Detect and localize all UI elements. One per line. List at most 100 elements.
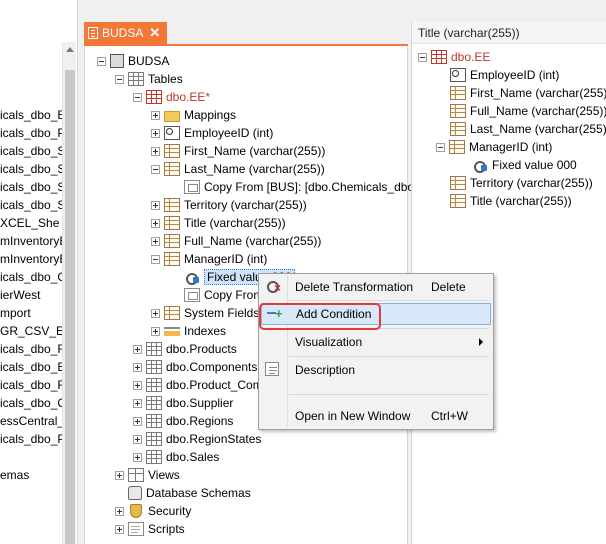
collapse-icon[interactable] <box>115 74 124 84</box>
tree-node-full-name[interactable]: Full_Name (varchar(255)) <box>151 232 321 250</box>
expand-icon[interactable] <box>133 380 142 390</box>
expand-icon[interactable] <box>133 344 142 354</box>
tree-node-product-comp[interactable]: dbo.Product_Comp <box>133 376 269 394</box>
ft-node-employee-id[interactable]: EmployeeID (int) <box>450 66 559 84</box>
left-panel: icals_dbo_El icals_dbo_Pr icals_dbo_Sa ical… <box>0 0 78 544</box>
ft-node-manager-id[interactable]: ManagerID (int) <box>436 138 552 156</box>
tree-node-label: dbo.Components <box>166 360 258 374</box>
left-scrollbar[interactable] <box>62 42 76 544</box>
tree-node-label: Mappings <box>184 108 237 122</box>
tree-node-label: dbo.EE* <box>166 90 211 104</box>
tab-budsa[interactable]: BUDSA ✕ <box>84 22 167 44</box>
ft-node-full-name[interactable]: Full_Name (varchar(255)) <box>450 102 606 120</box>
tree-node-label: Full_Name (varchar(255)) <box>184 234 322 248</box>
tree-node-region-states[interactable]: dbo.RegionStates <box>133 430 261 448</box>
menu-separator <box>289 356 489 357</box>
tree-node-root[interactable]: BUDSA <box>97 52 169 70</box>
collapse-icon[interactable] <box>418 52 427 62</box>
tree-node-sales[interactable]: dbo.Sales <box>133 448 219 466</box>
menu-item-label: Visualization <box>295 335 363 349</box>
expand-icon[interactable] <box>133 452 142 462</box>
collapse-icon[interactable] <box>151 254 160 264</box>
tree-node-supplier[interactable]: dbo.Supplier <box>133 394 233 412</box>
database-icon <box>128 486 142 500</box>
tree-node-indexes[interactable]: Indexes <box>151 322 226 340</box>
tree-node-manager-id[interactable]: ManagerID (int) <box>151 250 267 268</box>
tree-node-dbo-ee[interactable]: dbo.EE* <box>133 88 210 106</box>
menu-item-visualization[interactable]: Visualization <box>261 331 491 353</box>
tree-node-employee-id[interactable]: EmployeeID (int) <box>151 124 273 142</box>
expand-icon[interactable] <box>151 308 160 318</box>
expand-icon[interactable] <box>115 506 124 516</box>
system-fields-icon <box>164 306 180 320</box>
ft-node-title[interactable]: Title (varchar(255)) <box>450 192 572 210</box>
expand-icon[interactable] <box>151 236 160 246</box>
key-field-icon <box>450 68 466 82</box>
expand-icon[interactable] <box>133 398 142 408</box>
menu-item-shortcut: Ctrl+W <box>431 409 468 423</box>
scrollbar-thumb[interactable] <box>65 70 75 544</box>
tree-node-security[interactable]: Security <box>115 502 191 520</box>
ft-node-last-name[interactable]: Last_Name (varchar(255)) <box>450 120 606 138</box>
tree-node-first-name[interactable]: First_Name (varchar(255)) <box>151 142 325 160</box>
submenu-arrow-icon <box>479 338 483 346</box>
context-menu: Delete Transformation Delete Add Conditi… <box>258 273 494 430</box>
table-icon <box>146 360 162 374</box>
tree-node-regions[interactable]: dbo.Regions <box>133 412 233 430</box>
tree-node-copy-from[interactable]: Copy From <box>184 286 263 304</box>
expand-icon[interactable] <box>133 416 142 426</box>
delete-transformation-icon <box>265 279 283 295</box>
table-icon <box>146 414 162 428</box>
menu-item-delete-transformation[interactable]: Delete Transformation Delete <box>261 276 491 298</box>
expand-icon[interactable] <box>151 146 160 156</box>
tree-node-products[interactable]: dbo.Products <box>133 340 237 358</box>
tree-node-scripts[interactable]: Scripts <box>115 520 185 538</box>
field-icon <box>450 104 466 118</box>
collapse-icon[interactable] <box>436 142 445 152</box>
expand-icon[interactable] <box>115 524 124 534</box>
tree-node-label: System Fields <box>184 306 260 320</box>
ft-node-label: First_Name (varchar(255)) <box>470 86 606 100</box>
expand-icon[interactable] <box>151 218 160 228</box>
collapse-icon[interactable] <box>133 92 142 102</box>
tree-node-mappings[interactable]: Mappings <box>151 106 236 124</box>
expand-icon[interactable] <box>115 470 124 480</box>
scroll-up-icon[interactable] <box>66 47 74 52</box>
expand-icon[interactable] <box>151 128 160 138</box>
tree-node-tables[interactable]: Tables <box>115 70 183 88</box>
tree-node-label: Scripts <box>148 522 185 536</box>
ft-node-first-name[interactable]: First_Name (varchar(255)) <box>450 84 606 102</box>
ft-node-label: ManagerID (int) <box>469 140 553 154</box>
ft-node-territory[interactable]: Territory (varchar(255)) <box>450 174 593 192</box>
folder-icon <box>164 110 180 122</box>
tree-node-label: Database Schemas <box>146 486 251 500</box>
expand-icon[interactable] <box>133 362 142 372</box>
ft-node-dbo-ee[interactable]: dbo.EE <box>418 48 490 66</box>
key-field-icon <box>164 126 180 140</box>
menu-separator <box>289 300 489 301</box>
menu-item-open-in-new-window[interactable]: Open in New Window Ctrl+W <box>261 405 491 427</box>
collapse-icon[interactable] <box>97 56 106 66</box>
expand-icon[interactable] <box>151 326 160 336</box>
tree-node-territory[interactable]: Territory (varchar(255)) <box>151 196 307 214</box>
menu-item-description[interactable]: Description <box>261 359 491 381</box>
expand-icon[interactable] <box>151 200 160 210</box>
field-icon <box>164 162 180 176</box>
table-icon <box>431 50 447 64</box>
close-icon[interactable]: ✕ <box>149 25 160 41</box>
tree-node-title[interactable]: Title (varchar(255)) <box>151 214 286 232</box>
field-icon <box>164 144 180 158</box>
expand-icon[interactable] <box>133 434 142 444</box>
tree-node-last-name[interactable]: Last_Name (varchar(255)) <box>151 160 325 178</box>
expand-icon[interactable] <box>151 110 160 120</box>
ft-node-fixed-value[interactable]: Fixed value 000 <box>472 156 577 174</box>
tree-node-views[interactable]: Views <box>115 466 180 484</box>
script-icon <box>128 522 144 536</box>
collapse-icon[interactable] <box>151 164 160 174</box>
tree-node-database-schemas[interactable]: Database Schemas <box>128 484 251 502</box>
field-icon <box>450 176 466 190</box>
tree-node-components[interactable]: dbo.Components <box>133 358 257 376</box>
table-icon <box>146 450 162 464</box>
tree-node-copy-from-bus[interactable]: Copy From [BUS]: [dbo.Chemicals_dbo_E <box>184 178 429 196</box>
tree-node-system-fields[interactable]: System Fields <box>151 304 259 322</box>
